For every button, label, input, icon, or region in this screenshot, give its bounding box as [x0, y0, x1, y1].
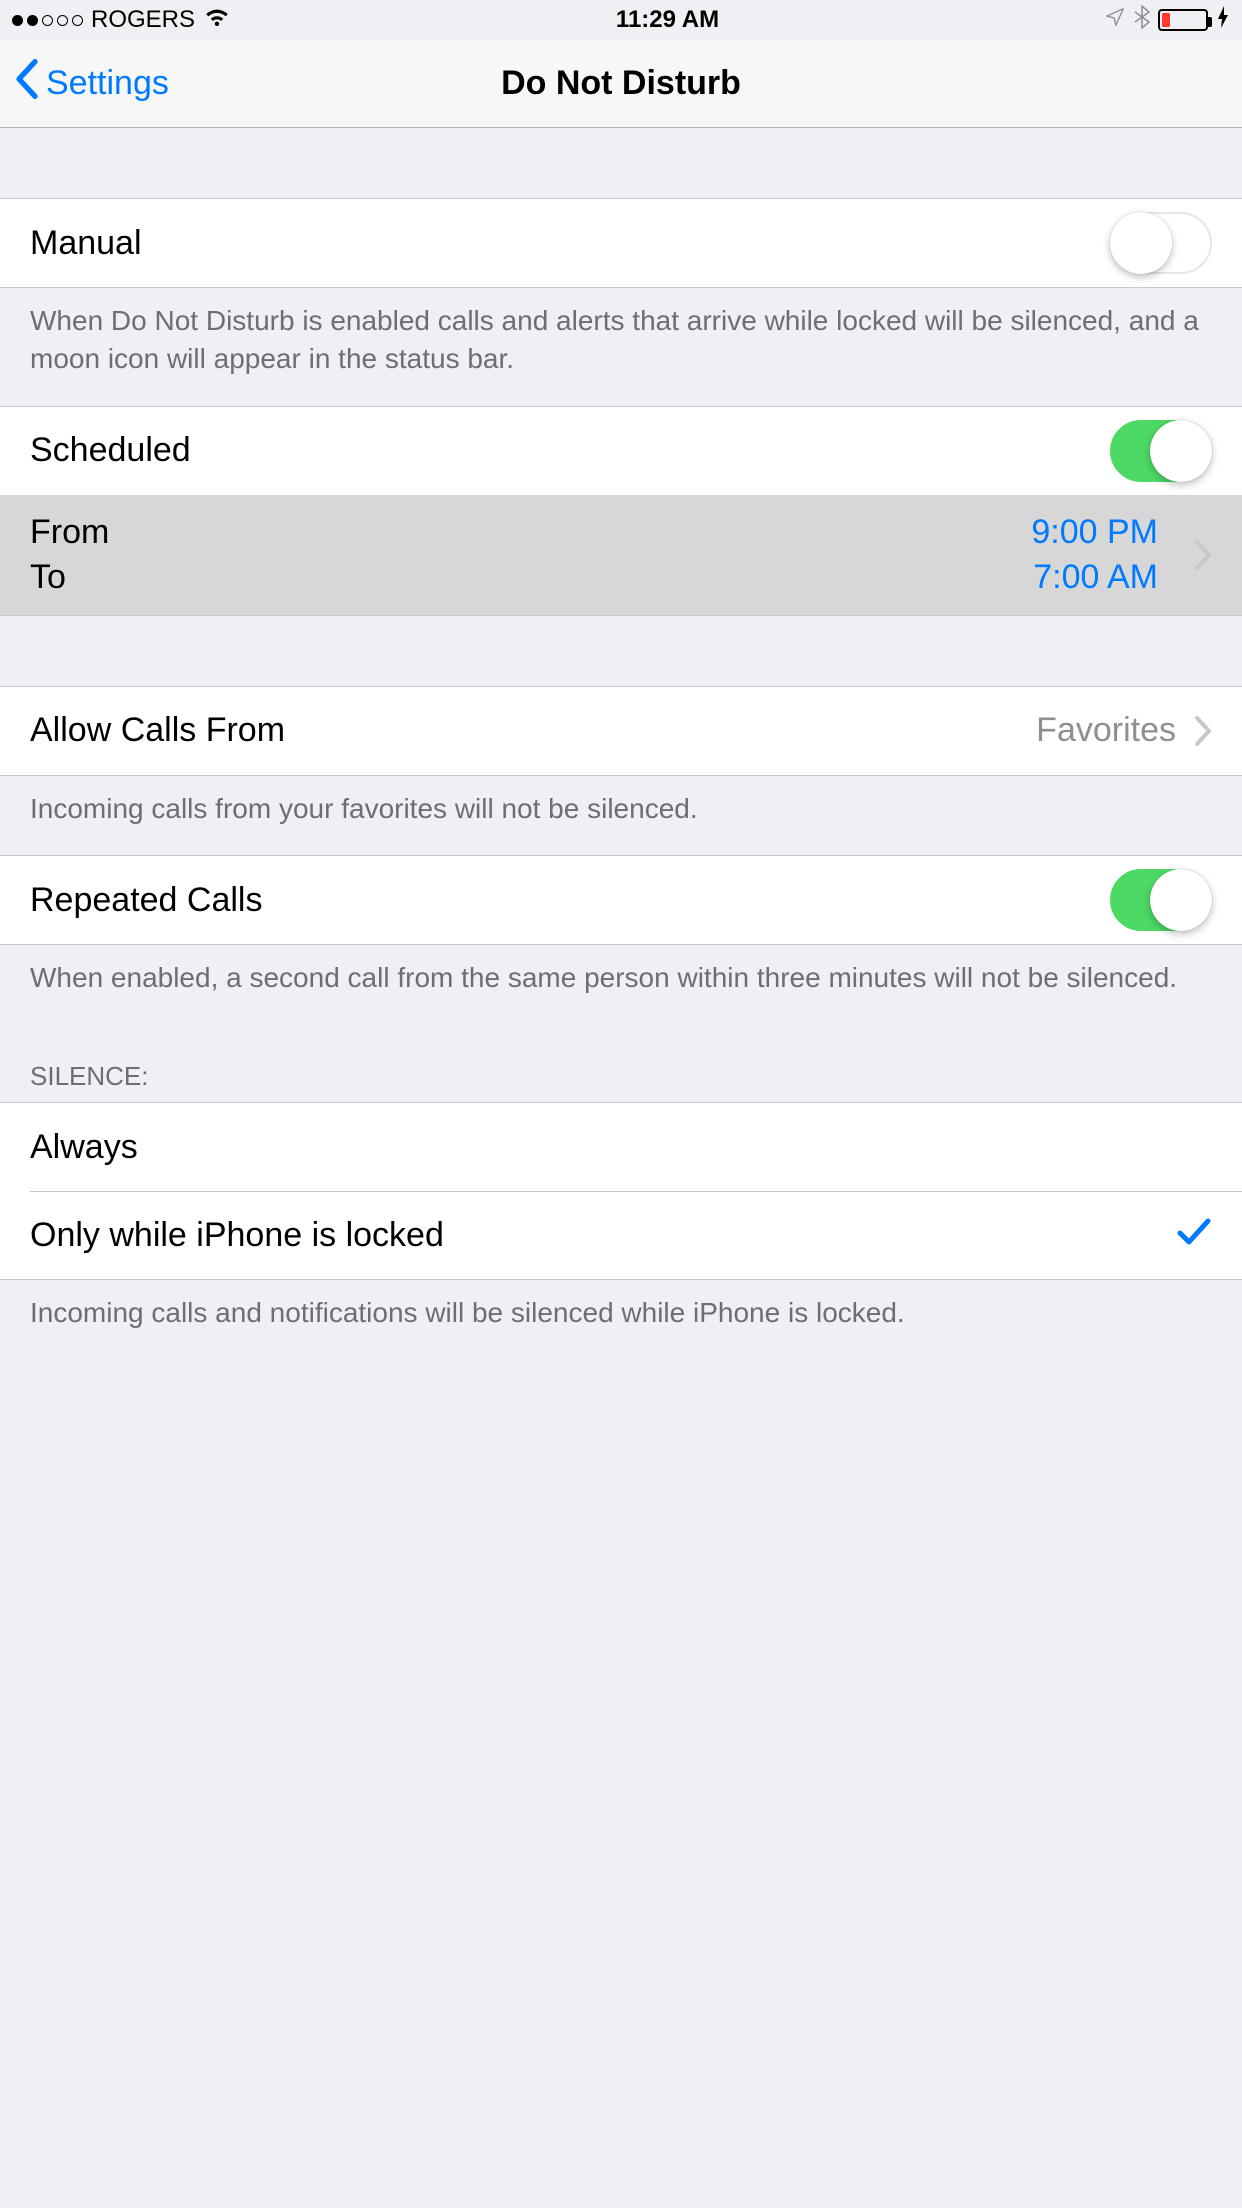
manual-row: Manual: [0, 199, 1242, 287]
signal-strength-icon: [12, 15, 83, 26]
repeated-calls-label: Repeated Calls: [30, 881, 262, 920]
page-title: Do Not Disturb: [0, 64, 1242, 103]
silence-always-label: Always: [30, 1128, 138, 1167]
bluetooth-icon: [1134, 5, 1150, 36]
schedule-to-value: 7:00 AM: [1031, 558, 1158, 597]
allow-calls-footer: Incoming calls from your favorites will …: [0, 776, 1242, 856]
schedule-to-label: To: [30, 558, 1031, 597]
silence-locked-label: Only while iPhone is locked: [30, 1216, 444, 1255]
battery-icon: [1158, 9, 1208, 31]
wifi-icon: [203, 6, 231, 35]
scheduled-label: Scheduled: [30, 431, 191, 470]
silence-option-always[interactable]: Always: [0, 1103, 1242, 1191]
schedule-time-row[interactable]: From To 9:00 PM 7:00 AM: [0, 495, 1242, 615]
status-bar: ROGERS 11:29 AM: [0, 0, 1242, 40]
allow-calls-row[interactable]: Allow Calls From Favorites: [0, 687, 1242, 775]
repeated-calls-toggle[interactable]: [1110, 869, 1212, 931]
allow-calls-label: Allow Calls From: [30, 711, 285, 750]
checkmark-icon: [1176, 1213, 1212, 1258]
location-icon: [1104, 6, 1126, 35]
scheduled-row: Scheduled: [0, 407, 1242, 495]
scheduled-toggle[interactable]: [1110, 420, 1212, 482]
back-label: Settings: [46, 64, 169, 103]
repeated-calls-row: Repeated Calls: [0, 856, 1242, 944]
silence-option-locked[interactable]: Only while iPhone is locked: [0, 1191, 1242, 1279]
chevron-left-icon: [14, 59, 40, 108]
chevron-right-icon: [1194, 716, 1212, 746]
chevron-right-icon: [1194, 540, 1212, 570]
manual-label: Manual: [30, 224, 142, 263]
navigation-bar: Settings Do Not Disturb: [0, 40, 1242, 128]
manual-toggle[interactable]: [1110, 212, 1212, 274]
allow-calls-value: Favorites: [1036, 711, 1176, 750]
silence-header: SILENCE:: [0, 1025, 1242, 1102]
schedule-from-value: 9:00 PM: [1031, 513, 1158, 552]
silence-footer: Incoming calls and notifications will be…: [0, 1280, 1242, 1360]
charging-icon: [1216, 6, 1230, 35]
schedule-from-label: From: [30, 513, 1031, 552]
clock: 11:29 AM: [616, 6, 719, 34]
back-button[interactable]: Settings: [0, 59, 169, 108]
manual-footer: When Do Not Disturb is enabled calls and…: [0, 288, 1242, 406]
repeated-calls-footer: When enabled, a second call from the sam…: [0, 945, 1242, 1025]
carrier-label: ROGERS: [91, 6, 195, 34]
